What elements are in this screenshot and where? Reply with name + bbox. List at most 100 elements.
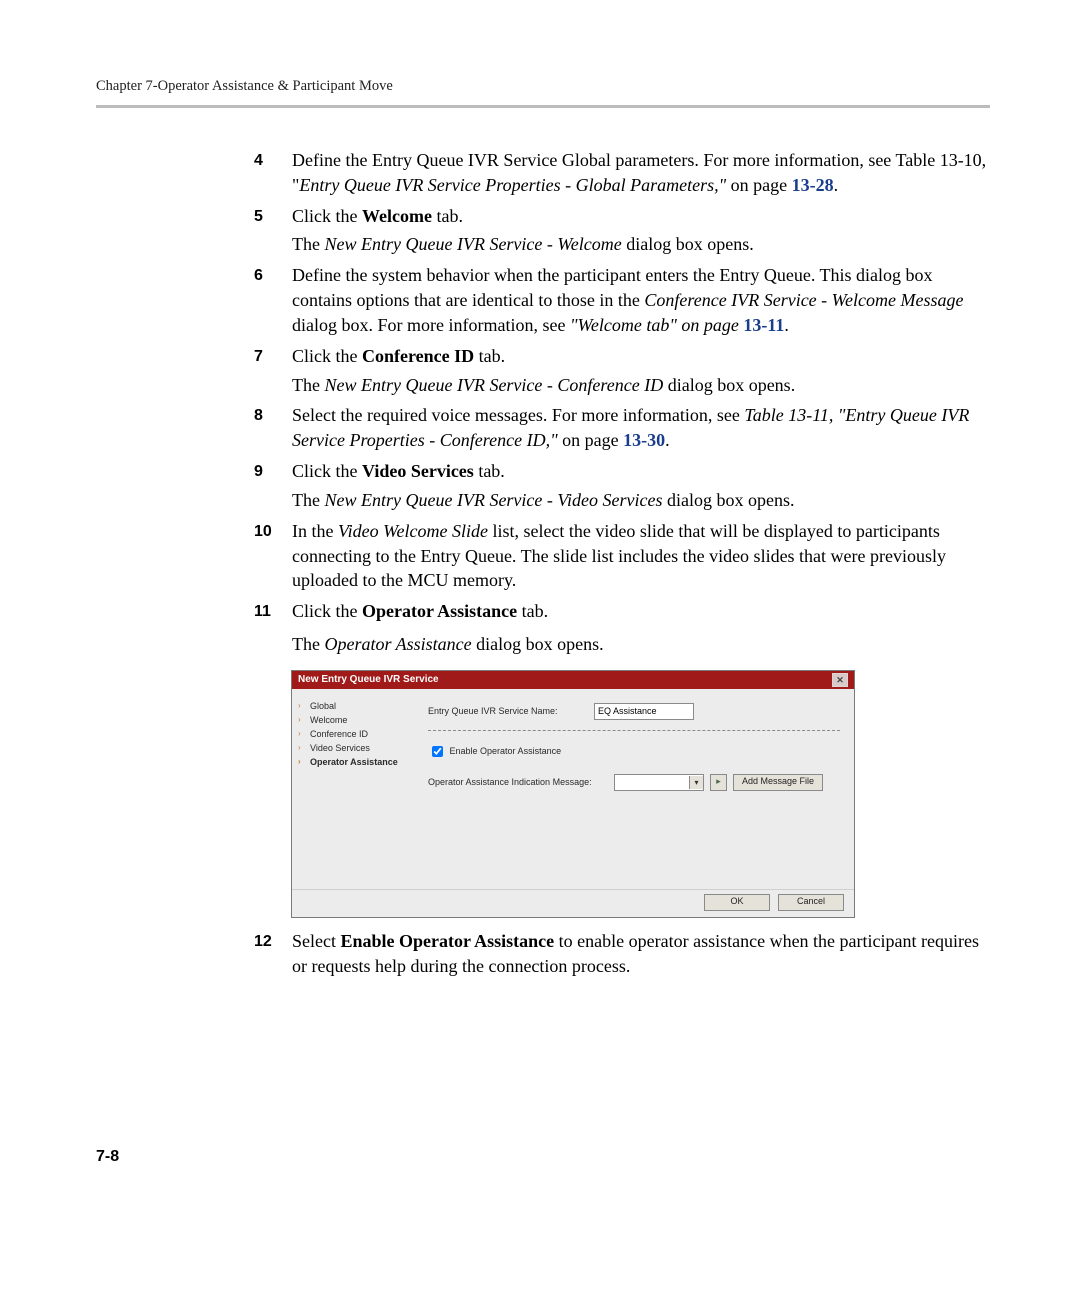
step-number: 5 [254,204,292,228]
text-bold: Conference ID [362,346,474,366]
page-number: 7-8 [96,1148,119,1166]
ok-button[interactable]: OK [704,894,770,911]
step-12: 12 Select Enable Operator Assistance to … [254,929,990,979]
step-number: 10 [254,519,292,543]
step-5: 5 Click the Welcome tab. The New Entry Q… [254,204,990,258]
step-number: 11 [254,599,292,623]
step-body: In the Video Welcome Slide list, select … [292,519,990,593]
text: . [665,430,670,450]
dialog-main-panel: Entry Queue IVR Service Name: Enable Ope… [414,689,854,889]
service-name-label: Entry Queue IVR Service Name: [428,706,578,716]
step-body: Define the system behavior when the part… [292,263,990,337]
text: Click the [292,461,362,481]
text-italic: New Entry Queue IVR Service - Welcome [324,234,621,254]
text: The [292,634,324,654]
text: Select the required voice messages. For … [292,405,744,425]
text-italic: Video Welcome Slide [338,521,488,541]
enable-label: Enable Operator Assistance [450,746,562,756]
dialog-footer: OK Cancel [292,889,854,917]
text: dialog box opens. [472,634,604,654]
page: Chapter 7-Operator Assistance & Particip… [0,0,1080,1306]
step-body: Click the Welcome tab. The New Entry Que… [292,204,990,258]
nav-item-video-services[interactable]: › Video Services [298,741,408,755]
step-number: 9 [254,459,292,483]
text: Click the [292,346,362,366]
nav-label: Global [310,701,336,711]
cancel-button[interactable]: Cancel [778,894,844,911]
step-body: Select the required voice messages. For … [292,403,990,453]
nav-label: Operator Assistance [310,757,398,767]
text-bold: Welcome [362,206,432,226]
step-body: Click the Conference ID tab. The New Ent… [292,344,990,398]
step-6: 6 Define the system behavior when the pa… [254,263,990,337]
nav-item-conference-id[interactable]: › Conference ID [298,727,408,741]
enable-operator-assistance-checkbox[interactable] [432,746,443,757]
step-number: 6 [254,263,292,287]
text: The [292,375,324,395]
close-icon[interactable]: ✕ [832,673,848,687]
step-number: 12 [254,929,292,953]
dialog-screenshot: New Entry Queue IVR Service ✕ › Global › W… [292,671,854,917]
page-reference-link[interactable]: 13-11 [743,315,784,335]
text: tab. [474,461,505,481]
nav-label: Conference ID [310,729,368,739]
text: The [292,234,324,254]
text: . [784,315,789,335]
indication-message-dropdown[interactable]: ▾ [614,774,704,791]
step-number: 8 [254,403,292,427]
step-body: Select Enable Operator Assistance to ena… [292,929,990,979]
page-reference-link[interactable]: 13-30 [623,430,665,450]
dialog-nav: › Global › Welcome › Conference ID › Video S… [292,689,414,889]
service-name-input[interactable] [594,703,694,720]
steps-list: 4 Define the Entry Queue IVR Service Glo… [254,148,990,979]
indication-message-row: Operator Assistance Indication Message: … [428,774,840,791]
nav-label: Welcome [310,715,347,725]
service-name-row: Entry Queue IVR Service Name: [428,703,840,720]
step-body: Click the Video Services tab. The New En… [292,459,990,513]
text-bold: Operator Assistance [362,601,517,621]
text: dialog box opens. [622,234,754,254]
text-italic: New Entry Queue IVR Service - Conference… [324,375,663,395]
step-8: 8 Select the required voice messages. Fo… [254,403,990,453]
chapter-header: Chapter 7-Operator Assistance & Particip… [96,78,990,95]
text: dialog box opens. [663,490,795,510]
chevron-down-icon: ▾ [689,776,703,789]
nav-item-welcome[interactable]: › Welcome [298,713,408,727]
text-bold: Enable Operator Assistance [340,931,554,951]
dialog-titlebar: New Entry Queue IVR Service ✕ [292,671,854,689]
dialog-body: › Global › Welcome › Conference ID › Video S… [292,689,854,889]
step-9: 9 Click the Video Services tab. The New … [254,459,990,513]
text: The [292,490,324,510]
page-reference-link[interactable]: 13-28 [792,175,834,195]
separator [428,730,840,731]
chevron-right-icon: › [298,701,306,710]
dialog-title: New Entry Queue IVR Service [298,674,439,685]
step-11: 11 Click the Operator Assistance tab. Th… [254,599,990,657]
chevron-right-icon: › [298,715,306,724]
step-7: 7 Click the Conference ID tab. The New E… [254,344,990,398]
text: tab. [474,346,505,366]
text: Click the [292,206,362,226]
nav-item-global[interactable]: › Global [298,699,408,713]
play-message-button[interactable]: ▸ [710,774,727,791]
text: tab. [517,601,548,621]
text: . [834,175,839,195]
text: dialog box opens. [663,375,795,395]
text: Click the [292,601,362,621]
chevron-right-icon: › [298,743,306,752]
step-body: Click the Operator Assistance tab. The O… [292,599,990,657]
chevron-right-icon: › [298,729,306,738]
text-italic: Entry Queue IVR Service Properties - Glo… [299,175,726,195]
nav-label: Video Services [310,743,370,753]
nav-item-operator-assistance[interactable]: ›Operator Assistance [298,755,408,769]
indication-message-label: Operator Assistance Indication Message: [428,777,608,787]
text-bold: Video Services [362,461,474,481]
add-message-file-button[interactable]: Add Message File [733,774,823,791]
step-number: 4 [254,148,292,172]
text: tab. [432,206,463,226]
text-italic: New Entry Queue IVR Service - Video Serv… [324,490,662,510]
enable-row: Enable Operator Assistance [428,743,840,760]
step-number: 7 [254,344,292,368]
text: Select [292,931,340,951]
text: dialog box. For more information, see [292,315,570,335]
